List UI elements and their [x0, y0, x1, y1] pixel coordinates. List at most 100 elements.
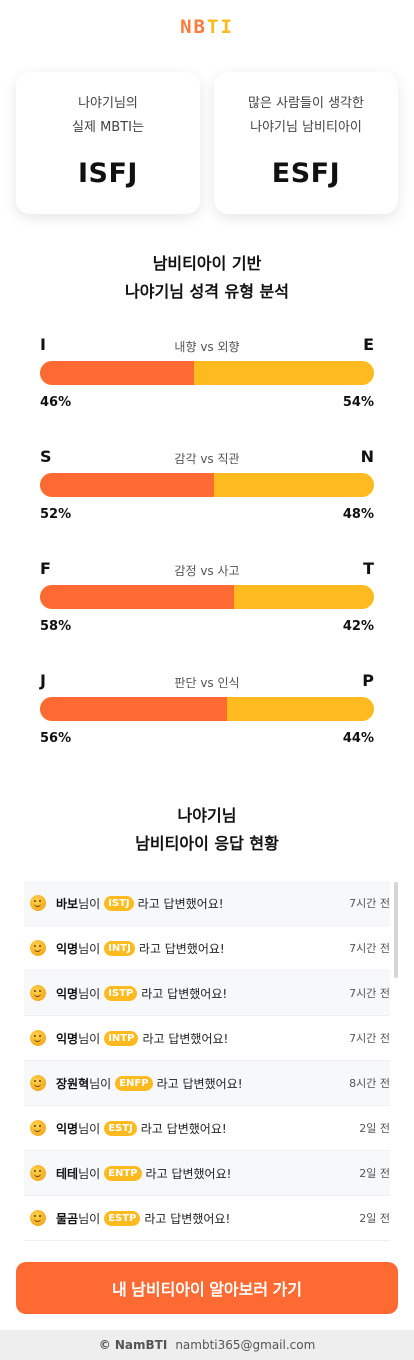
- dimension-bar: [40, 585, 374, 609]
- mbti-cards: 나야기님의 실제 MBTI는 ISFJ 많은 사람들이 생각한 나야기님 남비티…: [16, 72, 398, 214]
- dimension-ie: I 내향 vs 외향 E 46% 54%: [40, 335, 374, 415]
- responses-title-line: 나야기님: [177, 806, 237, 825]
- smiley-face-icon: [30, 895, 46, 911]
- smiley-face-icon: [30, 1165, 46, 1181]
- response-text: 라고 답변했어요!: [156, 1076, 243, 1091]
- response-text: 라고 답변했어요!: [137, 896, 224, 911]
- respondent-name: 바보: [56, 896, 79, 911]
- respondent-name: 익명: [56, 1121, 79, 1136]
- responses-title-line: 남비티아이 응답 현황: [135, 834, 279, 853]
- smiley-face-icon: [30, 985, 46, 1001]
- logo-text-secondary: TI: [207, 16, 234, 38]
- response-time: 7시간 전: [349, 1032, 390, 1045]
- dimension-label: 감정 vs 사고: [174, 564, 240, 578]
- response-text: 라고 답변했어요!: [138, 941, 225, 956]
- card-caption: 나야기님 남비티아이: [250, 120, 362, 135]
- mbti-type: ISFJ: [78, 158, 138, 189]
- respondent-suffix: 님이: [78, 896, 101, 911]
- respondent-suffix: 님이: [78, 1031, 101, 1046]
- analysis-title: 남비티아이 기반 나야기님 성격 유형 분석: [0, 250, 414, 306]
- find-my-nambti-button[interactable]: 내 남비티아이 알아보러 가기: [16, 1262, 398, 1314]
- mbti-badge: ISTJ: [104, 895, 134, 911]
- card-caption: 많은 사람들이 생각한: [248, 96, 364, 111]
- smiley-face-icon: [30, 1210, 46, 1226]
- dimension-ft: F 감정 vs 사고 T 58% 42%: [40, 559, 374, 639]
- analysis-title-line: 나야기님 성격 유형 분석: [125, 282, 289, 301]
- footer-email[interactable]: nambti365@gmail.com: [175, 1338, 315, 1352]
- dimension-sn: S 감각 vs 직관 N 52% 48%: [40, 447, 374, 527]
- dimension-right-percent: 48%: [342, 507, 374, 522]
- response-text: 라고 답변했어요!: [142, 1031, 229, 1046]
- list-item: 바보 님이 ISTJ 라고 답변했어요! 7시간 전: [24, 881, 390, 926]
- app-logo: NB TI: [0, 16, 414, 38]
- respondent-name: 익명: [56, 941, 79, 956]
- respondent-suffix: 님이: [78, 1211, 101, 1226]
- response-text: 라고 답변했어요!: [145, 1166, 232, 1181]
- card-caption: 나야기님의: [78, 96, 138, 111]
- mbti-badge: ESTJ: [104, 1120, 137, 1136]
- list-item: 물곰 님이 ESTP 라고 답변했어요! 2일 전: [24, 1196, 390, 1241]
- dimension-left-percent: 56%: [40, 731, 72, 746]
- dimension-bar-fill: [40, 361, 194, 385]
- dimension-right-percent: 42%: [342, 619, 374, 634]
- footer: © NamBTI nambti365@gmail.com: [0, 1330, 414, 1360]
- dimension-bar-fill: [40, 697, 228, 721]
- response-text: 라고 답변했어요!: [140, 1121, 227, 1136]
- dimension-right-letter: E: [363, 335, 374, 354]
- response-time: 2일 전: [359, 1167, 390, 1180]
- smiley-face-icon: [30, 940, 46, 956]
- list-item: 장원혁 님이 ENFP 라고 답변했어요! 8시간 전: [24, 1061, 390, 1106]
- dimension-jp: J 판단 vs 인식 P 56% 44%: [40, 671, 374, 751]
- responses-title: 나야기님 남비티아이 응답 현황: [0, 802, 414, 858]
- dimension-left-percent: 52%: [40, 507, 72, 522]
- dimension-right-letter: N: [360, 447, 374, 466]
- analysis-title-line: 남비티아이 기반: [152, 254, 262, 273]
- card-caption: 실제 MBTI는: [72, 120, 144, 135]
- respondent-suffix: 님이: [78, 986, 101, 1001]
- response-time: 7시간 전: [349, 897, 390, 910]
- responses-list[interactable]: 바보 님이 ISTJ 라고 답변했어요! 7시간 전 익명 님이 INTJ 라고…: [24, 881, 390, 1241]
- mbti-badge: INTP: [104, 1030, 139, 1046]
- dimension-right-percent: 44%: [342, 731, 374, 746]
- response-text: 라고 답변했어요!: [144, 1211, 231, 1226]
- respondent-name: 익명: [56, 986, 79, 1001]
- dimension-left-percent: 58%: [40, 619, 72, 634]
- list-item: 익명 님이 INTJ 라고 답변했어요! 7시간 전: [24, 926, 390, 971]
- respondent-name: 익명: [56, 1031, 79, 1046]
- respondent-suffix: 님이: [78, 1121, 101, 1136]
- respondent-name: 테테: [56, 1166, 79, 1181]
- dimension-right-letter: T: [363, 559, 374, 578]
- dimension-bar: [40, 361, 374, 385]
- dimension-right-letter: P: [362, 671, 374, 690]
- response-time: 7시간 전: [349, 987, 390, 1000]
- mbti-badge: ENFP: [115, 1075, 153, 1091]
- smiley-face-icon: [30, 1075, 46, 1091]
- smiley-face-icon: [30, 1120, 46, 1136]
- list-item: 테테 님이 ENTP 라고 답변했어요! 2일 전: [24, 1151, 390, 1196]
- dimension-left-percent: 46%: [40, 395, 72, 410]
- mbti-type: ESFJ: [271, 158, 341, 189]
- dimension-bar-fill: [40, 585, 234, 609]
- response-time: 2일 전: [359, 1212, 390, 1225]
- respondent-name: 물곰: [56, 1211, 79, 1226]
- dimension-bar-fill: [40, 473, 214, 497]
- mbti-badge: ISTP: [104, 985, 138, 1001]
- smiley-face-icon: [30, 1030, 46, 1046]
- list-scrollbar[interactable]: [394, 882, 398, 978]
- list-item: 익명 님이 ISTP 라고 답변했어요! 7시간 전: [24, 971, 390, 1016]
- mbti-badge: ENTP: [104, 1165, 142, 1181]
- list-item: 익명 님이 ESTJ 라고 답변했어요! 2일 전: [24, 1106, 390, 1151]
- respondent-suffix: 님이: [78, 1166, 101, 1181]
- response-time: 2일 전: [359, 1122, 390, 1135]
- logo-text-primary: NB: [180, 16, 207, 38]
- mbti-badge: ESTP: [104, 1210, 141, 1226]
- response-time: 7시간 전: [349, 942, 390, 955]
- dimension-right-percent: 54%: [342, 395, 374, 410]
- dimension-bar: [40, 473, 374, 497]
- mbti-badge: INTJ: [104, 940, 135, 956]
- dimension-label: 감각 vs 직관: [174, 452, 240, 466]
- response-text: 라고 답변했어요!: [141, 986, 228, 1001]
- response-time: 8시간 전: [349, 1077, 390, 1090]
- perceived-mbti-card: 많은 사람들이 생각한 나야기님 남비티아이 ESFJ: [214, 72, 398, 214]
- respondent-suffix: 님이: [78, 941, 101, 956]
